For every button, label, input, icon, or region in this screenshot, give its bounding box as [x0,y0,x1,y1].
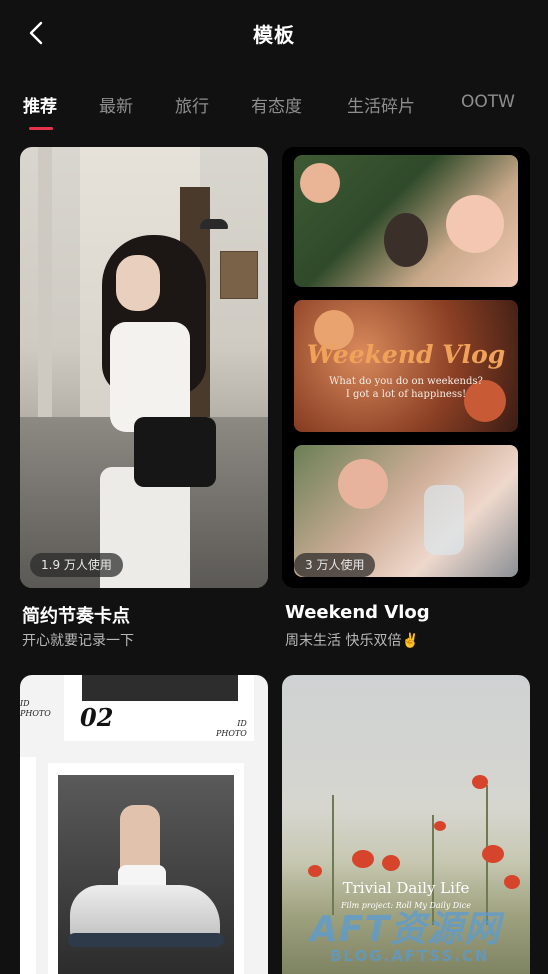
thumbnail-panel-title: Weekend Vlog What do you do on weekends?… [294,300,518,432]
overlay-line: What do you do on weekends? [329,376,483,387]
template-subtitle: 周末生活 快乐双倍✌️ [285,633,419,649]
overlay-id: ID [237,719,247,728]
overlay-title: Weekend Vlog [306,340,506,369]
poppy-shape [382,855,400,871]
template-card-2[interactable]: Weekend Vlog What do you do on weekends?… [282,147,530,588]
glass-shape [424,485,464,555]
poppy-shape [434,821,446,831]
thumbnail-handbag [134,417,216,487]
overlay-photo: PHOTO [216,729,247,738]
usage-badge: 1.9 万人使用 [30,553,123,577]
poppy-shape [472,775,488,789]
tab-recommended[interactable]: 推荐 [23,92,57,117]
tab-ootw[interactable]: OOTW [461,92,515,112]
overlay-id: ID [20,699,30,708]
overlay-id-label: ID PHOTO [216,719,247,739]
rose-shape [446,195,504,253]
tab-attitude[interactable]: 有态度 [251,92,302,117]
overlay-number: 02 [80,703,114,732]
thumbnail-lamp [200,219,228,229]
watermark-logo: AFT资源网 [310,909,502,950]
template-card-1[interactable]: 1.9 万人使用 [20,147,268,588]
thumbnail-scene [38,147,52,417]
template-title[interactable]: Weekend Vlog [285,602,430,623]
tab-latest[interactable]: 最新 [99,92,133,117]
active-tab-indicator [29,127,53,130]
template-title[interactable]: 简约节奏卡点 [22,602,130,628]
poppy-shape [482,845,504,863]
usage-badge: 3 万人使用 [294,553,376,577]
tab-life-fragments[interactable]: 生活碎片 [347,92,415,117]
rose-shape [338,459,388,509]
tab-travel[interactable]: 旅行 [175,92,209,117]
rose-shape [300,163,340,203]
photo-strip [82,675,238,701]
top-bar: 模板 [0,0,548,64]
overlay-id-label-left: ID PHOTO [20,699,51,719]
watermark-url: BLOG.AFTSS.CN [330,947,490,965]
thumbnail-plaque [220,251,258,299]
thumbnail-person-face [116,255,160,311]
poppy-shape [308,865,322,877]
poppy-shape [352,850,374,868]
page-title: 模板 [253,23,295,47]
template-subtitle: 开心就要记录一下 [22,633,134,649]
overlay-line: I got a lot of happiness! [345,389,467,400]
overlay-title: Trivial Daily Life [342,879,470,897]
vase-shape [384,213,428,267]
thumbnail-sneaker-sole [68,933,224,947]
thumbnail-panel-flowers [294,155,518,287]
photo-frame-left [20,757,36,974]
thumbnail-person-top [110,322,190,432]
overlay-photo: PHOTO [20,709,51,718]
category-tabs: 推荐 最新 旅行 有态度 生活碎片 OOTW [0,86,548,136]
template-card-3[interactable]: 02 ID PHOTO ID PHOTO [20,675,268,974]
stem-shape [332,795,334,915]
